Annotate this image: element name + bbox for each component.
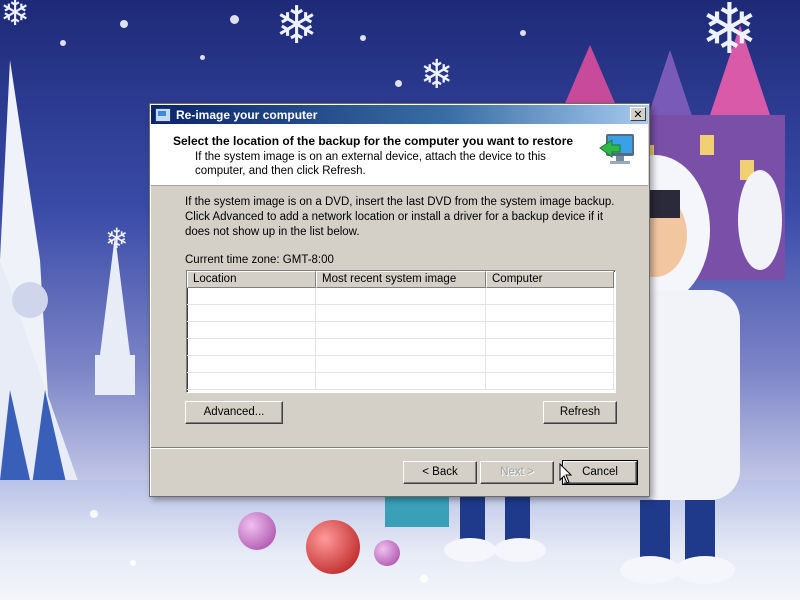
- snow-dot: [520, 30, 526, 36]
- snowflake-icon: ❄: [105, 222, 129, 255]
- snow-dot: [90, 510, 98, 518]
- table-row: [187, 322, 615, 339]
- gift-box: [385, 497, 449, 527]
- footer-separator: [151, 447, 648, 449]
- close-icon: ✕: [633, 108, 643, 121]
- timezone-label: Current time zone: GMT-8:00: [185, 254, 334, 266]
- ornament: [238, 512, 276, 550]
- snowflake-icon: ❄: [275, 0, 319, 56]
- cancel-button[interactable]: Cancel: [562, 460, 638, 485]
- small-tower: [95, 235, 135, 395]
- table-row: [187, 356, 615, 373]
- snowflake-icon: ❄: [420, 52, 454, 98]
- table-row: [187, 339, 615, 356]
- mouse-cursor-icon: [559, 463, 573, 484]
- snow-dot: [420, 575, 428, 583]
- reimage-dialog: Re-image your computer ✕ Select the loca…: [149, 103, 650, 497]
- next-button[interactable]: Next >: [480, 461, 554, 484]
- snow-dot: [360, 35, 366, 41]
- column-location[interactable]: Location: [187, 271, 316, 288]
- header-title: Select the location of the backup for th…: [173, 134, 574, 148]
- snow-dot: [230, 15, 239, 24]
- refresh-button[interactable]: Refresh: [543, 401, 617, 424]
- backup-list[interactable]: Location Most recent system image Comput…: [186, 270, 616, 393]
- snow-dot: [200, 55, 205, 60]
- list-header: Location Most recent system image Comput…: [187, 271, 615, 288]
- snow-dot: [130, 560, 136, 566]
- computer-restore-icon: [599, 134, 634, 164]
- table-row: [187, 373, 615, 390]
- snowflake-icon: ❄: [0, 0, 31, 34]
- snow-dot: [395, 80, 402, 87]
- table-row: [187, 288, 615, 305]
- table-row: [187, 305, 615, 322]
- advanced-button[interactable]: Advanced...: [185, 401, 283, 424]
- instructions-text: If the system image is on a DVD, insert …: [185, 196, 615, 238]
- back-button[interactable]: < Back: [403, 461, 477, 484]
- window-title: Re-image your computer: [176, 107, 318, 122]
- dialog-header: Select the location of the backup for th…: [151, 124, 648, 186]
- window-icon: [155, 107, 171, 122]
- character-legs: [444, 495, 546, 562]
- title-bar[interactable]: Re-image your computer ✕: [151, 105, 648, 124]
- snow-dot: [60, 40, 66, 46]
- snow-dot: [120, 20, 128, 28]
- ornament: [306, 520, 360, 574]
- ornament: [374, 540, 400, 566]
- header-subtitle: If the system image is on an external de…: [195, 151, 546, 177]
- column-computer[interactable]: Computer: [486, 271, 614, 288]
- close-button[interactable]: ✕: [630, 107, 646, 121]
- snowflake-icon: ❄: [700, 0, 759, 70]
- column-recent-image[interactable]: Most recent system image: [316, 271, 486, 288]
